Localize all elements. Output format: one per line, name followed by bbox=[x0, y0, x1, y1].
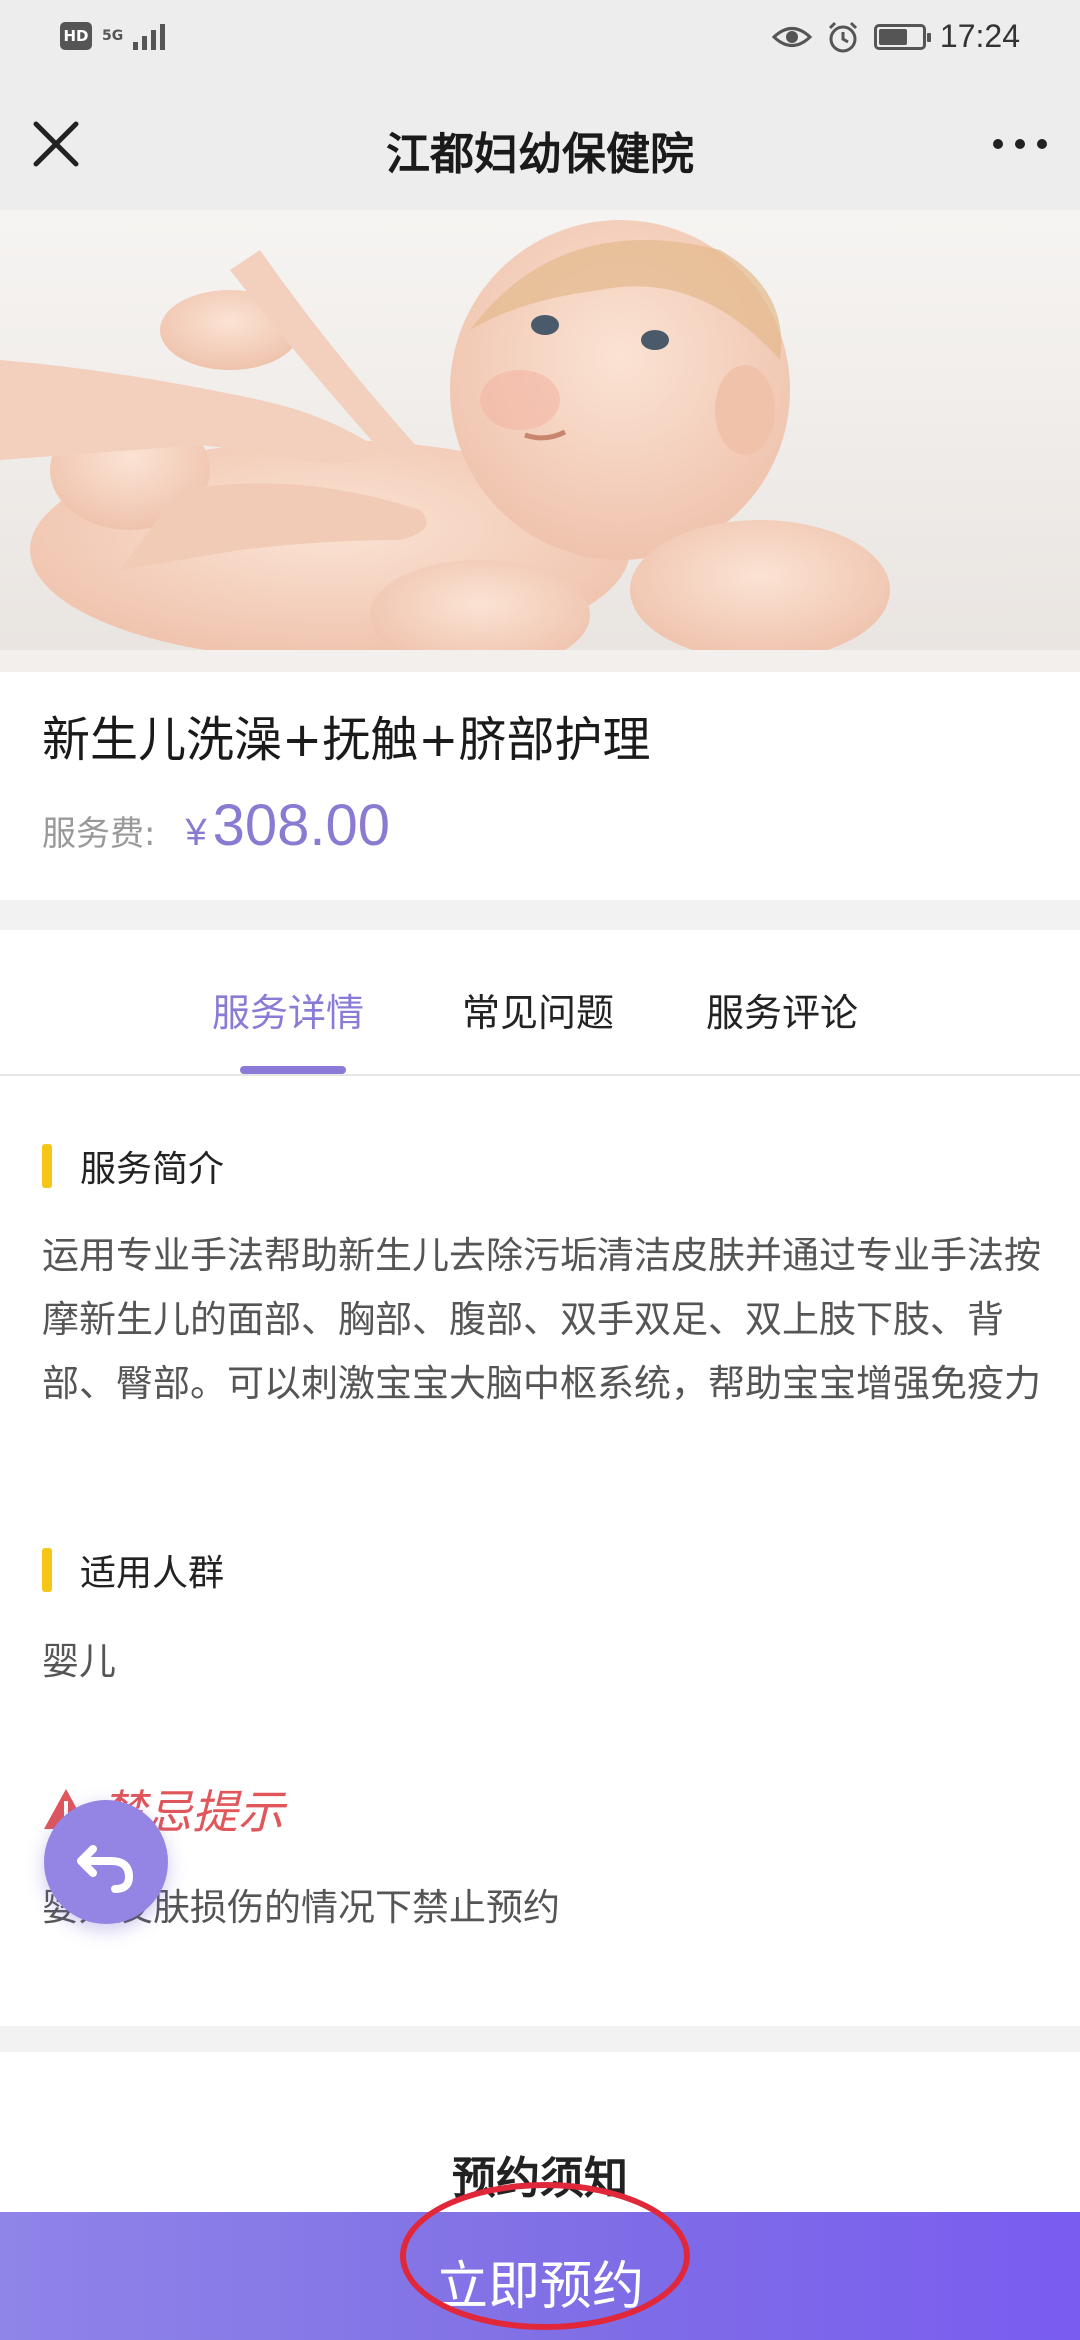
page-title: 江都妇幼保健院 bbox=[386, 129, 694, 180]
battery-icon bbox=[873, 23, 931, 50]
eye-icon bbox=[771, 26, 812, 47]
audience-heading: 适用人群 bbox=[42, 1544, 224, 1596]
tab-bar: 服务详情 常见问题 服务评论 bbox=[0, 930, 1080, 1076]
annotation-circle bbox=[400, 2182, 690, 2330]
network-type: 5G bbox=[102, 28, 124, 44]
price-label: 服务费: bbox=[42, 814, 156, 854]
baby-photo bbox=[0, 210, 1080, 672]
section-marker bbox=[42, 1144, 52, 1188]
status-bar: HD 5G 17:24 bbox=[0, 0, 1080, 80]
currency-symbol: ¥ bbox=[185, 812, 207, 854]
product-card: 新生儿洗澡+抚触+脐部护理 服务费: ¥308.00 bbox=[0, 672, 1080, 900]
back-fab[interactable] bbox=[44, 1800, 168, 1924]
intro-body: 运用专业手法帮助新生儿去除污垢清洁皮肤并通过专业手法按摩新生儿的面部、胸部、腹部… bbox=[42, 1234, 1041, 1405]
tab-service-details[interactable]: 服务详情 bbox=[212, 982, 364, 1037]
audience-body: 婴儿 bbox=[42, 1640, 116, 1683]
tab-reviews[interactable]: 服务评论 bbox=[706, 982, 858, 1037]
audience-title: 适用人群 bbox=[80, 1553, 225, 1594]
product-title: 新生儿洗澡+抚触+脐部护理 bbox=[42, 712, 651, 768]
clock: 17:24 bbox=[939, 18, 1020, 54]
intro-title: 服务简介 bbox=[80, 1149, 225, 1190]
price-value: 308.00 bbox=[212, 793, 391, 858]
nav-bar: 江都妇幼保健院 bbox=[0, 80, 1080, 210]
hero-image bbox=[0, 210, 1080, 672]
signal-icon bbox=[133, 22, 166, 50]
price: ¥308.00 bbox=[185, 792, 390, 859]
alarm-icon bbox=[828, 21, 857, 52]
price-row: 服务费: ¥308.00 bbox=[42, 792, 390, 859]
status-right: 17:24 bbox=[771, 18, 1020, 55]
tab-indicator bbox=[240, 1066, 346, 1074]
intro-heading: 服务简介 bbox=[42, 1140, 224, 1192]
status-left: HD 5G bbox=[60, 22, 166, 50]
section-marker bbox=[42, 1548, 52, 1592]
more-icon[interactable] bbox=[988, 116, 1052, 172]
back-arrow-icon bbox=[77, 1845, 134, 1893]
tab-faq[interactable]: 常见问题 bbox=[462, 982, 614, 1037]
warning-body: 婴儿皮肤损伤的情况下禁止预约 bbox=[42, 1886, 560, 1929]
hd-badge: HD bbox=[60, 22, 92, 50]
